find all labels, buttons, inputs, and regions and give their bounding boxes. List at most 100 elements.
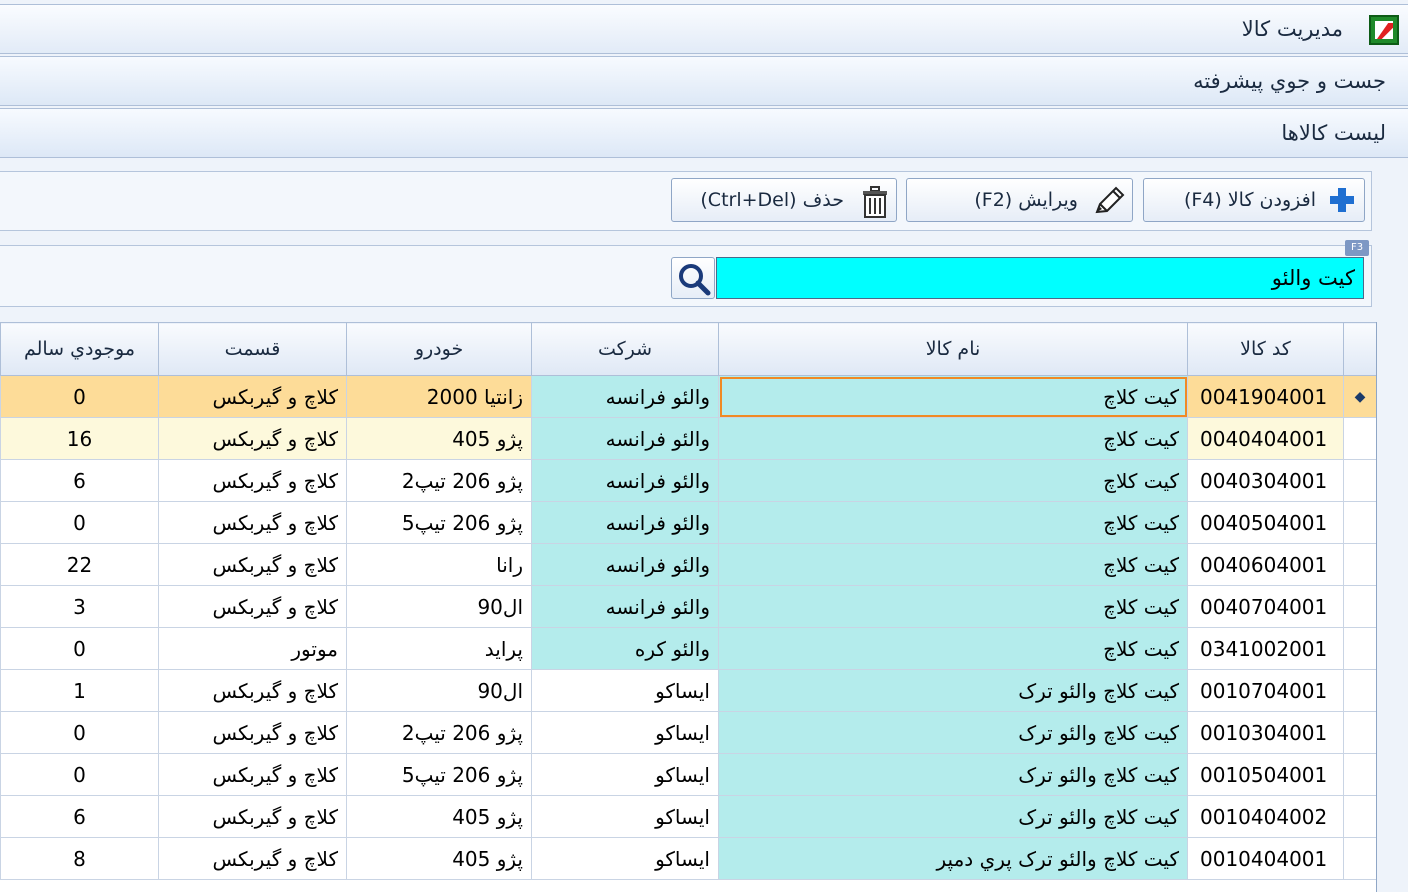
col-header-name[interactable]: نام کالا <box>718 322 1188 376</box>
trash-icon <box>863 186 887 218</box>
table-row[interactable]: 6 کلاچ و گيربکس پژو 206 تيپ2 والئو فرانس… <box>0 459 1376 502</box>
cell-name: کيت کلاچ والئو ترک <box>718 711 1188 754</box>
cell-company: والئو فرانسه <box>531 417 719 460</box>
cell-company: ايساکو <box>531 837 719 880</box>
delete-button[interactable]: حذف (Ctrl+Del) <box>671 178 897 222</box>
cell-stock: 0 <box>0 753 159 796</box>
search-shortcut-badge: F3 <box>1345 240 1369 256</box>
cell-company: ايساکو <box>531 753 719 796</box>
cell-code: 0010504001 <box>1187 753 1344 796</box>
cell-name: کيت کلاچ <box>718 543 1188 586</box>
row-indicator <box>1343 669 1376 712</box>
table-row[interactable]: 0 کلاچ و گيربکس زانتيا 2000 والئو فرانسه… <box>0 375 1376 418</box>
product-list-panel-header[interactable]: ليست کالاها <box>0 108 1408 158</box>
table-row[interactable]: 16 کلاچ و گيربکس پژو 405 والئو فرانسه کي… <box>0 417 1376 460</box>
app-logo-icon <box>1369 15 1399 45</box>
cell-code: 0040704001 <box>1187 585 1344 628</box>
edit-button[interactable]: ويرايش (F2) <box>906 178 1133 222</box>
cell-car: پژو 405 <box>346 837 532 880</box>
cell-name: کيت کلاچ <box>718 417 1188 460</box>
cell-name: کيت کلاچ <box>718 459 1188 502</box>
advanced-search-panel-header[interactable]: جست و جوي پيشرفته <box>0 56 1408 106</box>
cell-section: کلاچ و گيربکس <box>158 585 347 628</box>
cell-section: کلاچ و گيربکس <box>158 543 347 586</box>
cell-stock: 0 <box>0 711 159 754</box>
cell-section: کلاچ و گيربکس <box>158 417 347 460</box>
row-indicator <box>1343 627 1376 670</box>
row-indicator <box>1343 459 1376 502</box>
row-indicator <box>1343 585 1376 628</box>
row-indicator <box>1343 753 1376 796</box>
cell-company: ايساکو <box>531 795 719 838</box>
cell-name: کيت کلاچ والئو ترک <box>718 753 1188 796</box>
table-row[interactable]: 6 کلاچ و گيربکس پژو 405 ايساکو کيت کلاچ … <box>0 795 1376 838</box>
cell-name: کيت کلاچ <box>718 375 1188 418</box>
cell-section: کلاچ و گيربکس <box>158 753 347 796</box>
row-indicator <box>1343 417 1376 460</box>
table-row[interactable]: 0 کلاچ و گيربکس پژو 206 تيپ5 ايساکو کيت … <box>0 753 1376 796</box>
col-header-code[interactable]: کد کالا <box>1187 322 1344 376</box>
cell-code: 0040604001 <box>1187 543 1344 586</box>
cell-stock: 3 <box>0 585 159 628</box>
row-indicator <box>1343 837 1376 880</box>
table-row[interactable]: 1 کلاچ و گيربکس ال90 ايساکو کيت کلاچ وال… <box>0 669 1376 712</box>
cell-car: پژو 206 تيپ5 <box>346 501 532 544</box>
col-header-company[interactable]: شرکت <box>531 322 719 376</box>
table-row[interactable]: 8 کلاچ و گيربکس پژو 405 ايساکو کيت کلاچ … <box>0 837 1376 880</box>
row-indicator <box>1343 795 1376 838</box>
cell-code: 0041904001 <box>1187 375 1344 418</box>
cell-car: پژو 206 تيپ2 <box>346 711 532 754</box>
cell-section: کلاچ و گيربکس <box>158 711 347 754</box>
cell-company: ايساکو <box>531 711 719 754</box>
cell-car: پژو 206 تيپ5 <box>346 753 532 796</box>
cell-code: 0010404002 <box>1187 795 1344 838</box>
pencil-icon <box>1095 186 1125 214</box>
table-row[interactable]: 0 کلاچ و گيربکس پژو 206 تيپ5 والئو فرانس… <box>0 501 1376 544</box>
current-row-indicator-icon: ◆ <box>1343 375 1376 418</box>
search-input[interactable] <box>716 257 1364 299</box>
col-header-section[interactable]: قسمت <box>158 322 347 376</box>
cell-car: پژو 405 <box>346 417 532 460</box>
delete-label: حذف (Ctrl+Del) <box>700 189 844 211</box>
window-titlebar: مديريت کالا <box>0 4 1408 54</box>
cell-code: 0010304001 <box>1187 711 1344 754</box>
cell-section: موتور <box>158 627 347 670</box>
cell-name: کيت کلاچ <box>718 585 1188 628</box>
table-row[interactable]: 0 موتور پرايد والئو کره کيت کلاچ 0341002… <box>0 627 1376 670</box>
cell-stock: 0 <box>0 375 159 418</box>
product-list-label: ليست کالاها <box>1281 121 1386 145</box>
cell-section: کلاچ و گيربکس <box>158 669 347 712</box>
cell-code: 0040504001 <box>1187 501 1344 544</box>
cell-stock: 8 <box>0 837 159 880</box>
cell-section: کلاچ و گيربکس <box>158 375 347 418</box>
row-indicator <box>1343 711 1376 754</box>
products-table: موجودي سالم قسمت خودرو شرکت نام کالا کد … <box>0 322 1376 880</box>
cell-name: کيت کلاچ <box>718 627 1188 670</box>
search-button[interactable] <box>671 257 715 299</box>
add-product-button[interactable]: افزودن کالا (F4) <box>1143 178 1365 222</box>
cell-car: ال90 <box>346 585 532 628</box>
cell-car: پژو 206 تيپ2 <box>346 459 532 502</box>
cell-code: 0040404001 <box>1187 417 1344 460</box>
cell-company: والئو فرانسه <box>531 501 719 544</box>
cell-stock: 0 <box>0 501 159 544</box>
col-header-stock[interactable]: موجودي سالم <box>0 322 159 376</box>
cell-name: کيت کلاچ والئو ترک پري دمپر <box>718 837 1188 880</box>
cell-company: والئو فرانسه <box>531 375 719 418</box>
table-row[interactable]: 3 کلاچ و گيربکس ال90 والئو فرانسه کيت کل… <box>0 585 1376 628</box>
cell-stock: 0 <box>0 627 159 670</box>
col-header-car[interactable]: خودرو <box>346 322 532 376</box>
table-row[interactable]: 0 کلاچ و گيربکس پژو 206 تيپ2 ايساکو کيت … <box>0 711 1376 754</box>
cell-car: زانتيا 2000 <box>346 375 532 418</box>
cell-car: رانا <box>346 543 532 586</box>
edit-label: ويرايش (F2) <box>974 189 1078 211</box>
search-icon <box>679 264 711 296</box>
cell-section: کلاچ و گيربکس <box>158 837 347 880</box>
cell-section: کلاچ و گيربکس <box>158 795 347 838</box>
cell-company: والئو فرانسه <box>531 585 719 628</box>
cell-company: ايساکو <box>531 669 719 712</box>
cell-car: پژو 405 <box>346 795 532 838</box>
table-row[interactable]: 22 کلاچ و گيربکس رانا والئو فرانسه کيت ک… <box>0 543 1376 586</box>
cell-company: والئو فرانسه <box>531 459 719 502</box>
cell-stock: 22 <box>0 543 159 586</box>
